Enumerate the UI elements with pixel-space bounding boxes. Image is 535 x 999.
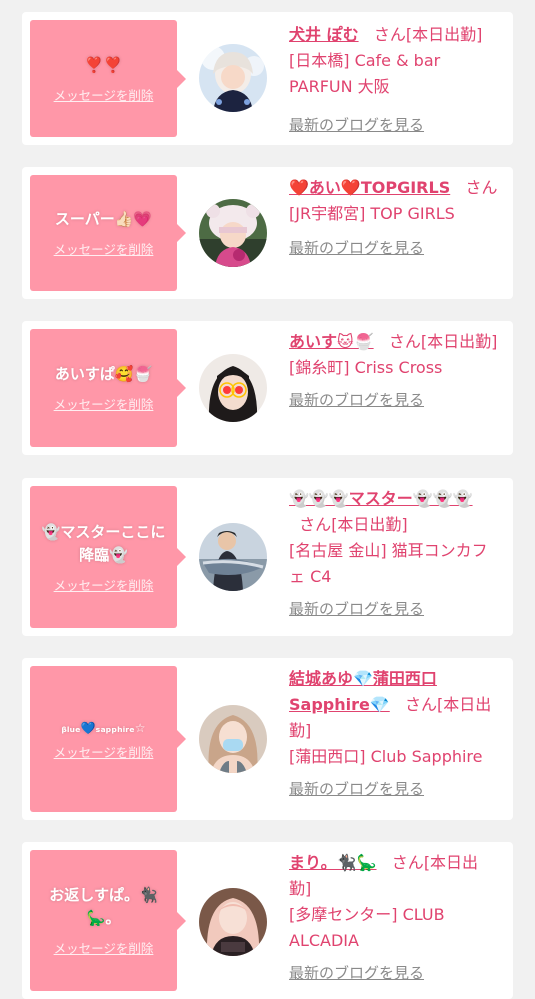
avatar[interactable] xyxy=(199,523,267,591)
message-bubble: 👻マスターここに降臨👻 メッセージを削除 xyxy=(30,486,186,628)
delete-message-link[interactable]: メッセージを削除 xyxy=(54,938,154,957)
status-label: [本日出勤] xyxy=(420,332,498,351)
delete-message-link[interactable]: メッセージを削除 xyxy=(54,394,154,413)
message-card: スーパー👍🏻💗 メッセージを削除 ❤️あい❤️TOPGIRLS さん [JR宇都… xyxy=(22,167,513,299)
message-card: ❣️❣️ メッセージを削除 犬井 ぽむ さん[本日出勤] [日本橋] Cafe … xyxy=(22,12,513,145)
delete-message-link[interactable]: メッセージを削除 xyxy=(54,742,154,761)
avatar[interactable] xyxy=(199,888,267,956)
latest-blog-link[interactable]: 最新のブログを見る xyxy=(289,112,424,138)
shop-name: [日本橋] Cafe & bar PARFUN 大阪 xyxy=(289,51,441,96)
san-label: さん xyxy=(465,178,498,197)
shop-name: [蒲田西口] Club Sapphire xyxy=(289,747,483,766)
message-card: お返しすぱ。🐈‍⬛🦕。 メッセージを削除 まり。🐈‍⬛🦕 さん[本日出勤] [多… xyxy=(22,842,513,999)
message-card: ᵦₗᵤₑ💙ₛₐₚₚₕᵢᵣₑ☆ メッセージを削除 結城あゆ💎蒲田西口Sapphir… xyxy=(22,658,513,820)
shop-name: [錦糸町] Criss Cross xyxy=(289,358,443,377)
latest-blog-link[interactable]: 最新のブログを見る xyxy=(289,387,424,413)
avatar-photo xyxy=(199,888,267,956)
message-bubble: あいすぱ🥰🍧 メッセージを削除 xyxy=(30,329,186,447)
latest-blog-link[interactable]: 最新のブログを見る xyxy=(289,960,424,986)
message-bubble: ❣️❣️ メッセージを削除 xyxy=(30,20,186,137)
message-text: お返しすぱ。🐈‍⬛🦕。 xyxy=(49,886,158,927)
latest-blog-link[interactable]: 最新のブログを見る xyxy=(289,776,424,802)
cast-name-link[interactable]: あいす🐱🍧 xyxy=(289,332,374,351)
cast-info: ❤️あい❤️TOPGIRLS さん [JR宇都宮] TOP GIRLS 最新のブ… xyxy=(289,175,499,261)
status-label: [本日出勤] xyxy=(331,515,408,534)
avatar-photo xyxy=(199,44,267,112)
message-text: あいすぱ🥰🍧 xyxy=(54,365,153,383)
shop-name: [名古屋 金山] 猫耳コンカフェ C4 xyxy=(289,541,488,586)
avatar-photo xyxy=(199,705,267,773)
san-label: さん xyxy=(299,515,332,534)
avatar[interactable] xyxy=(199,199,267,267)
latest-blog-link[interactable]: 最新のブログを見る xyxy=(289,235,424,261)
cast-name-link[interactable]: ❤️あい❤️TOPGIRLS xyxy=(289,178,450,197)
avatar[interactable] xyxy=(199,354,267,422)
message-text: ❣️❣️ xyxy=(84,55,123,74)
avatar-photo xyxy=(199,523,267,591)
san-label: さん xyxy=(405,695,438,714)
message-card: あいすぱ🥰🍧 メッセージを削除 あいす🐱🍧 さん[本日出勤] [錦糸町] Cri… xyxy=(22,321,513,455)
message-card: 👻マスターここに降臨👻 メッセージを削除 👻👻👻マスター👻👻👻 さん[本日出勤]… xyxy=(22,478,513,636)
latest-blog-link[interactable]: 最新のブログを見る xyxy=(289,596,424,622)
san-label: さん xyxy=(388,332,421,351)
delete-message-link[interactable]: メッセージを削除 xyxy=(54,575,154,594)
san-label: さん xyxy=(373,25,406,44)
cast-info: 結城あゆ💎蒲田西口Sapphire💎 さん[本日出勤] [蒲田西口] Club … xyxy=(289,666,499,802)
message-list: ❣️❣️ メッセージを削除 犬井 ぽむ さん[本日出勤] [日本橋] Cafe … xyxy=(0,0,535,999)
cast-name-link[interactable]: 👻👻👻マスター👻👻👻 xyxy=(289,489,473,508)
cast-info: 👻👻👻マスター👻👻👻 さん[本日出勤] [名古屋 金山] 猫耳コンカフェ C4 … xyxy=(289,486,499,622)
cast-name-link[interactable]: まり。🐈‍⬛🦕 xyxy=(289,853,377,872)
message-text: スーパー👍🏻💗 xyxy=(54,210,153,228)
message-bubble: ᵦₗᵤₑ💙ₛₐₚₚₕᵢᵣₑ☆ メッセージを削除 xyxy=(30,666,186,812)
message-text: 👻マスターここに降臨👻 xyxy=(41,522,166,564)
message-bubble: スーパー👍🏻💗 メッセージを削除 xyxy=(30,175,186,291)
cast-info: 犬井 ぽむ さん[本日出勤] [日本橋] Cafe & bar PARFUN 大… xyxy=(289,22,499,138)
avatar-photo xyxy=(199,199,267,267)
avatar[interactable] xyxy=(199,705,267,773)
cast-info: あいす🐱🍧 さん[本日出勤] [錦糸町] Criss Cross 最新のブログを… xyxy=(289,329,499,413)
shop-name: [多摩センター] CLUB ALCADIA xyxy=(289,905,445,950)
shop-name: [JR宇都宮] TOP GIRLS xyxy=(289,204,455,223)
delete-message-link[interactable]: メッセージを削除 xyxy=(54,239,154,258)
san-label: さん xyxy=(391,853,424,872)
avatar[interactable] xyxy=(199,44,267,112)
avatar-photo xyxy=(199,354,267,422)
status-label: [本日出勤] xyxy=(405,25,483,44)
message-bubble: お返しすぱ。🐈‍⬛🦕。 メッセージを削除 xyxy=(30,850,186,991)
message-text: ᵦₗᵤₑ💙ₛₐₚₚₕᵢᵣₑ☆ xyxy=(61,721,146,735)
cast-info: まり。🐈‍⬛🦕 さん[本日出勤] [多摩センター] CLUB ALCADIA 最… xyxy=(289,850,499,986)
cast-name-link[interactable]: 犬井 ぽむ xyxy=(289,25,359,44)
delete-message-link[interactable]: メッセージを削除 xyxy=(54,85,154,104)
